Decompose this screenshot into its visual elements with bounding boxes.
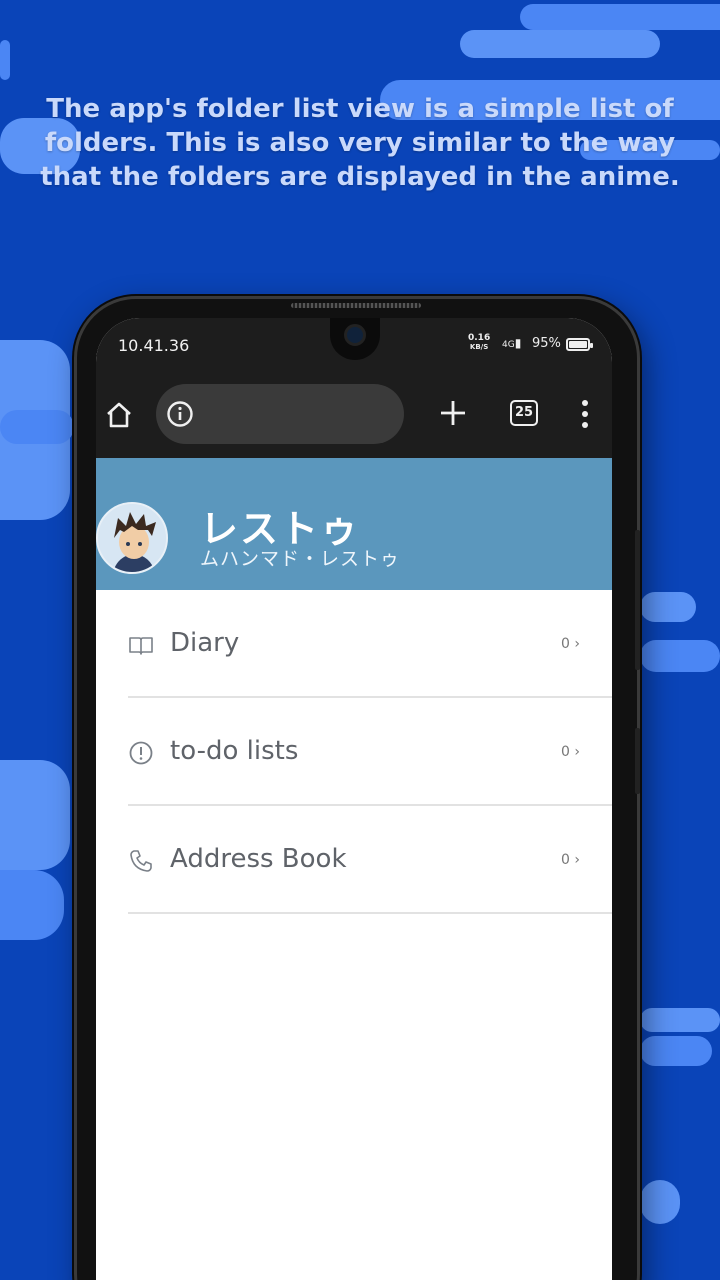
phone-icon xyxy=(130,850,152,872)
alert-circle-icon xyxy=(129,741,153,765)
folder-list: Diary 0 › to-do lists 0 › Address Book 0… xyxy=(96,590,612,914)
status-time: 10.41.36 xyxy=(118,336,190,355)
folder-count: 0 › xyxy=(561,636,580,652)
folder-item-address-book[interactable]: Address Book 0 › xyxy=(128,806,612,914)
bg-streak xyxy=(640,640,720,672)
folder-count-value: 0 xyxy=(561,852,570,868)
folder-label: Address Book xyxy=(170,844,347,874)
promo-caption: The app's folder list view is a simple l… xyxy=(40,94,680,192)
folder-count-value: 0 xyxy=(561,744,570,760)
battery-level xyxy=(569,341,587,348)
home-icon[interactable] xyxy=(104,400,134,430)
profile-header: レストゥ ムハンマド・レストゥ xyxy=(96,458,612,590)
bg-streak xyxy=(640,1036,712,1066)
folder-label: Diary xyxy=(170,628,240,658)
front-camera-icon xyxy=(344,324,366,346)
volume-button xyxy=(635,530,640,670)
bg-streak xyxy=(640,1008,720,1032)
battery-percent: 95% xyxy=(532,336,561,351)
status-bar: 10.41.36 0.16 KB/S 4G▮ 95% xyxy=(96,318,612,380)
bg-streak xyxy=(0,40,10,80)
bg-streak xyxy=(0,410,74,444)
bg-streak xyxy=(0,760,70,870)
earpiece-speaker xyxy=(291,303,421,308)
bg-streak xyxy=(520,4,720,30)
folder-count: 0 › xyxy=(561,852,580,868)
battery-icon xyxy=(566,338,593,351)
power-button xyxy=(635,728,640,794)
bg-streak xyxy=(0,870,64,940)
info-icon[interactable] xyxy=(166,400,194,428)
plus-icon[interactable] xyxy=(438,398,468,428)
folder-count-value: 0 xyxy=(561,636,570,652)
tabs-icon[interactable]: 25 xyxy=(510,400,538,426)
bg-streak xyxy=(640,592,696,622)
folder-item-diary[interactable]: Diary 0 › xyxy=(128,590,612,698)
bg-streak xyxy=(640,1180,680,1224)
bg-streak xyxy=(460,30,660,58)
network-speed: 0.16 KB/S xyxy=(468,334,490,352)
net-speed-unit: KB/S xyxy=(469,343,489,351)
net-speed-value: 0.16 xyxy=(468,333,491,343)
book-icon xyxy=(129,637,153,655)
avatar[interactable] xyxy=(96,502,168,574)
signal-icon: 4G▮ xyxy=(502,336,522,350)
camera-notch xyxy=(330,318,380,360)
page-subtitle: ムハンマド・レストゥ xyxy=(200,548,401,570)
folder-count: 0 › xyxy=(561,744,580,760)
avatar-image xyxy=(98,504,166,572)
browser-toolbar: 25 xyxy=(96,380,612,458)
more-vert-icon[interactable] xyxy=(580,398,590,430)
signal-type: 4G xyxy=(502,340,515,350)
phone-screen: 10.41.36 0.16 KB/S 4G▮ 95% 25 レストゥ ムハンマド… xyxy=(96,318,612,1280)
folder-item-todo[interactable]: to-do lists 0 › xyxy=(128,698,612,806)
folder-label: to-do lists xyxy=(170,736,299,766)
